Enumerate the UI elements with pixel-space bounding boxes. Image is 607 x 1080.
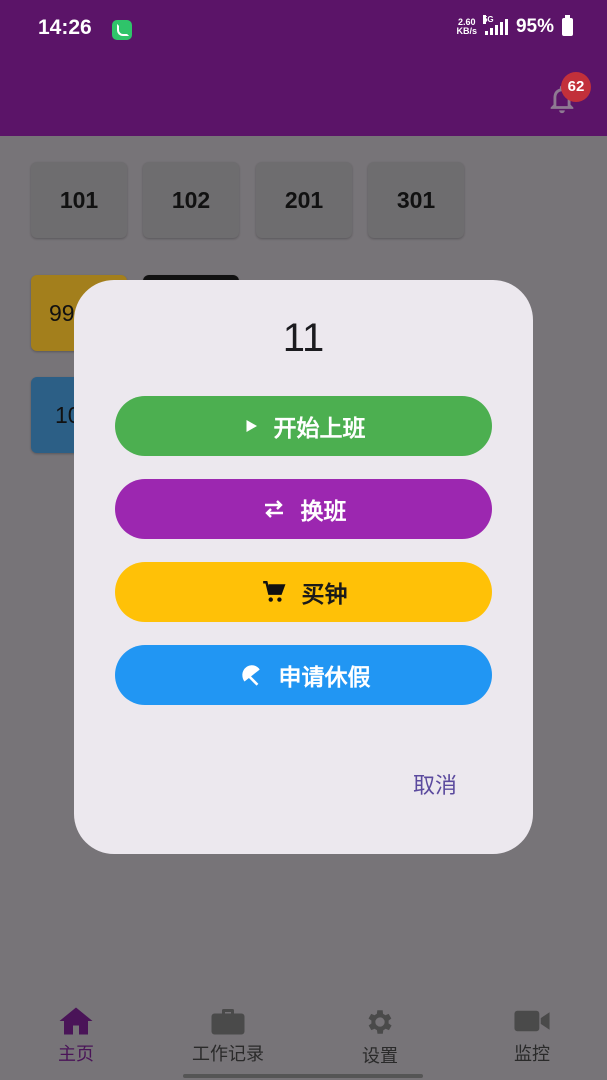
room-tile-201[interactable]: 201 xyxy=(256,162,352,238)
notification-badge: 62 xyxy=(561,72,591,102)
buy-clock-button[interactable]: 买钟 xyxy=(115,562,492,622)
home-indicator[interactable] xyxy=(183,1074,423,1078)
briefcase-icon xyxy=(211,1009,245,1035)
start-shift-button[interactable]: 开始上班 xyxy=(115,396,492,456)
buy-clock-label: 买钟 xyxy=(301,582,348,608)
dialog-title: 11 xyxy=(282,316,325,360)
notification-button[interactable]: 62 xyxy=(545,72,591,120)
app-bar: 14:26 2.60 KB/s 5G 95% 62 xyxy=(0,0,607,136)
signal-icon: 5G xyxy=(482,15,508,35)
nav-item-home[interactable]: 主页 xyxy=(16,1006,136,1066)
network-type: 5G xyxy=(482,15,494,24)
nav-item-work-records[interactable]: 工作记录 xyxy=(168,1006,288,1066)
status-indicators: 2.60 KB/s 5G 95% xyxy=(456,15,573,38)
nav-item-monitor[interactable]: 监控 xyxy=(472,1006,592,1066)
swap-icon xyxy=(264,500,283,518)
nav-label-work-records: 工作记录 xyxy=(192,1044,264,1065)
request-leave-label: 申请休假 xyxy=(278,665,371,691)
battery-icon xyxy=(562,15,573,36)
start-shift-label: 开始上班 xyxy=(273,416,366,442)
swap-shift-label: 换班 xyxy=(300,499,347,525)
home-icon xyxy=(59,1007,93,1035)
status-time: 14:26 xyxy=(38,16,92,39)
nav-label-monitor: 监控 xyxy=(514,1044,550,1065)
action-dialog: 11 开始上班 换班 买钟 申请休假 取消 xyxy=(74,280,533,854)
cancel-button[interactable]: 取消 xyxy=(413,768,457,800)
gear-icon xyxy=(368,1010,392,1034)
room-tile-102[interactable]: 102 xyxy=(143,162,239,238)
room-tile-301[interactable]: 301 xyxy=(368,162,464,238)
room-tile-101[interactable]: 101 xyxy=(31,162,127,238)
nav-item-settings[interactable]: 设置 xyxy=(320,1006,440,1068)
call-notification-icon xyxy=(112,20,132,40)
play-icon xyxy=(246,420,257,432)
swap-shift-button[interactable]: 换班 xyxy=(115,479,492,539)
beach-umbrella-icon xyxy=(241,665,260,686)
network-speed-unit: KB/s xyxy=(456,26,477,36)
battery-percent: 95% xyxy=(515,16,554,37)
video-camera-icon xyxy=(514,1010,550,1032)
cart-icon xyxy=(262,581,285,602)
network-speed: 2.60 KB/s xyxy=(456,18,477,36)
request-leave-button[interactable]: 申请休假 xyxy=(115,645,492,705)
nav-label-home: 主页 xyxy=(58,1044,94,1065)
nav-label-settings: 设置 xyxy=(362,1046,398,1067)
